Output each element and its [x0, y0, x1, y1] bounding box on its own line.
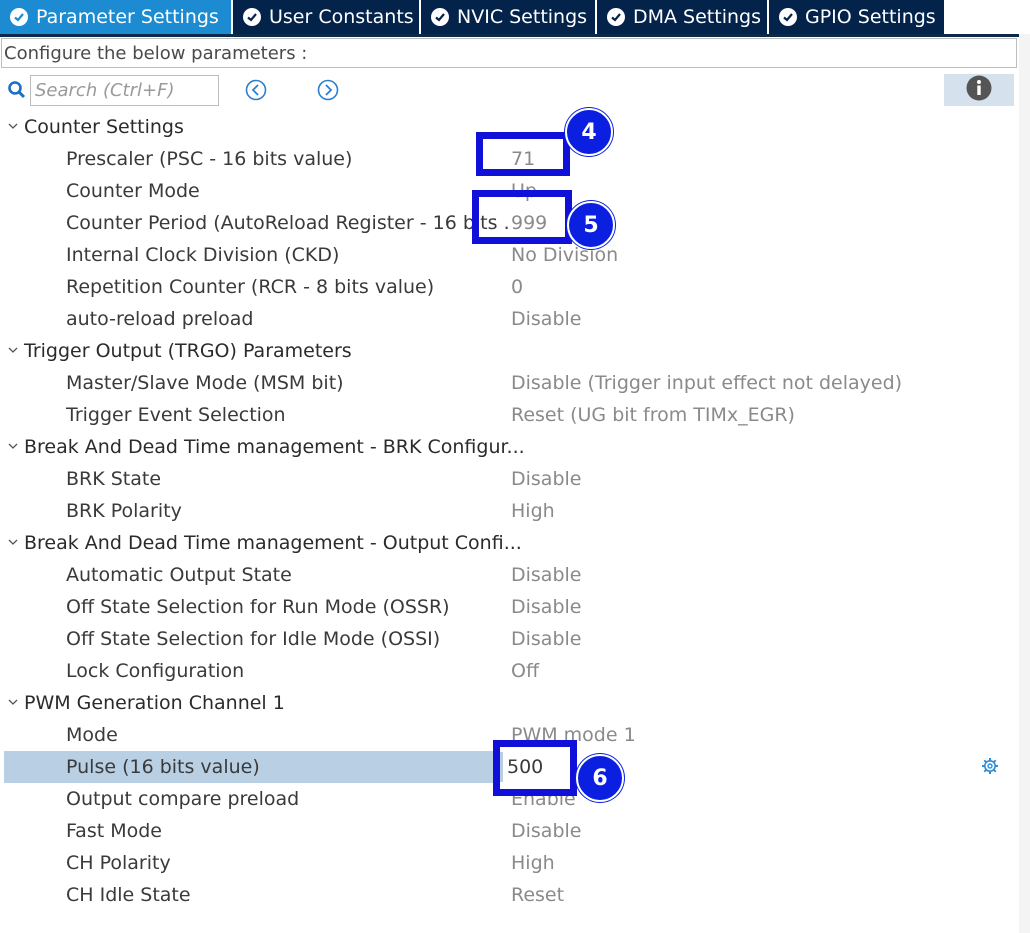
param-label: Trigger Event Selection: [66, 404, 286, 426]
param-label: Repetition Counter (RCR - 8 bits value): [66, 276, 435, 298]
param-row[interactable]: Automatic Output State Disable: [4, 559, 1004, 591]
group-title: Break And Dead Time management - Output …: [24, 532, 522, 554]
annotation-badge-6: 6: [576, 754, 624, 802]
group-output-configuration[interactable]: Break And Dead Time management - Output …: [4, 527, 1004, 559]
param-row[interactable]: Repetition Counter (RCR - 8 bits value) …: [4, 271, 1004, 303]
highlight-box-prescaler: [476, 132, 570, 176]
search-input[interactable]: [30, 75, 219, 106]
param-row[interactable]: Fast Mode Disable: [4, 815, 1004, 847]
param-label: BRK State: [66, 468, 162, 490]
param-row[interactable]: Off State Selection for Run Mode (OSSR) …: [4, 591, 1004, 623]
param-value[interactable]: Disable: [511, 623, 581, 655]
tab-nvic-settings[interactable]: NVIC Settings: [421, 0, 596, 34]
group-title: Counter Settings: [24, 116, 184, 138]
gear-icon[interactable]: [981, 757, 999, 779]
param-value[interactable]: Disable: [511, 303, 581, 335]
tab-bar: Parameter Settings User Constants NVIC S…: [0, 0, 1020, 37]
previous-arrow-icon[interactable]: [245, 79, 267, 105]
tab-gpio-settings[interactable]: GPIO Settings: [769, 0, 945, 34]
group-title: Break And Dead Time management - BRK Con…: [24, 436, 525, 458]
tab-label: NVIC Settings: [457, 6, 588, 28]
param-label: Internal Clock Division (CKD): [66, 244, 340, 266]
group-title: PWM Generation Channel 1: [24, 692, 285, 714]
tab-label: User Constants: [269, 6, 414, 28]
param-label: Mode: [66, 724, 118, 746]
check-circle-icon: [607, 8, 625, 26]
param-value[interactable]: 0: [511, 271, 523, 303]
param-label: Pulse (16 bits value): [66, 756, 260, 778]
configure-label: Configure the below parameters :: [1, 38, 1017, 68]
param-row[interactable]: BRK State Disable: [4, 463, 1004, 495]
param-label: Lock Configuration: [66, 660, 245, 682]
annotation-badge-4: 4: [565, 108, 613, 156]
param-row[interactable]: Trigger Event Selection Reset (UG bit fr…: [4, 399, 1004, 431]
param-value[interactable]: Off: [511, 655, 539, 687]
param-row[interactable]: CH Polarity High: [4, 847, 1004, 879]
param-row[interactable]: BRK Polarity High: [4, 495, 1004, 527]
param-row[interactable]: auto-reload preload Disable: [4, 303, 1004, 335]
tab-user-constants[interactable]: User Constants: [233, 0, 420, 34]
info-icon: [966, 75, 992, 105]
param-value[interactable]: Reset: [511, 879, 564, 911]
param-label: auto-reload preload: [66, 308, 254, 330]
tab-label: GPIO Settings: [805, 6, 936, 28]
check-circle-icon: [431, 8, 449, 26]
param-label: Counter Period (AutoReload Register - 16…: [66, 212, 508, 234]
param-value[interactable]: High: [511, 495, 555, 527]
tab-label: Parameter Settings: [36, 6, 219, 28]
param-label: Counter Mode: [66, 180, 200, 202]
param-label: Output compare preload: [66, 788, 300, 810]
highlight-box-pulse: [493, 740, 577, 796]
next-arrow-icon[interactable]: [317, 79, 339, 105]
group-trigger-output[interactable]: Trigger Output (TRGO) Parameters: [4, 335, 1004, 367]
param-label: Master/Slave Mode (MSM bit): [66, 372, 344, 394]
param-label: Prescaler (PSC - 16 bits value): [66, 148, 353, 170]
param-row[interactable]: Master/Slave Mode (MSM bit) Disable (Tri…: [4, 367, 1004, 399]
param-row-selected[interactable]: Pulse (16 bits value): [4, 751, 500, 783]
param-value[interactable]: Disable: [511, 591, 581, 623]
group-title: Trigger Output (TRGO) Parameters: [24, 340, 352, 362]
tab-parameter-settings[interactable]: Parameter Settings: [0, 0, 232, 34]
check-circle-icon: [779, 8, 797, 26]
param-label: BRK Polarity: [66, 500, 182, 522]
annotation-badge-5: 5: [567, 201, 615, 249]
group-pwm-channel-1[interactable]: PWM Generation Channel 1: [4, 687, 1004, 719]
scrollbar[interactable]: [1019, 34, 1030, 933]
param-row[interactable]: Off State Selection for Idle Mode (OSSI)…: [4, 623, 1004, 655]
param-value[interactable]: Disable: [511, 559, 581, 591]
param-label: Off State Selection for Run Mode (OSSR): [66, 596, 450, 618]
tab-dma-settings[interactable]: DMA Settings: [597, 0, 768, 34]
param-row[interactable]: Lock Configuration Off: [4, 655, 1004, 687]
param-label: Fast Mode: [66, 820, 162, 842]
param-value[interactable]: High: [511, 847, 555, 879]
param-label: Automatic Output State: [66, 564, 292, 586]
param-label: CH Idle State: [66, 884, 191, 906]
info-button[interactable]: [944, 74, 1014, 106]
search-icon: [7, 80, 27, 104]
param-value[interactable]: Reset (UG bit from TIMx_EGR): [511, 399, 795, 431]
check-circle-icon: [243, 8, 261, 26]
group-brk-configuration[interactable]: Break And Dead Time management - BRK Con…: [4, 431, 1004, 463]
param-label: CH Polarity: [66, 852, 171, 874]
check-circle-icon: [10, 8, 28, 26]
tab-label: DMA Settings: [633, 6, 761, 28]
highlight-box-counter-period: [472, 190, 572, 244]
param-value[interactable]: Disable: [511, 463, 581, 495]
param-label: Off State Selection for Idle Mode (OSSI): [66, 628, 441, 650]
param-value[interactable]: Disable (Trigger input effect not delaye…: [511, 367, 902, 399]
param-row[interactable]: CH Idle State Reset: [4, 879, 1004, 911]
param-value[interactable]: Disable: [511, 815, 581, 847]
